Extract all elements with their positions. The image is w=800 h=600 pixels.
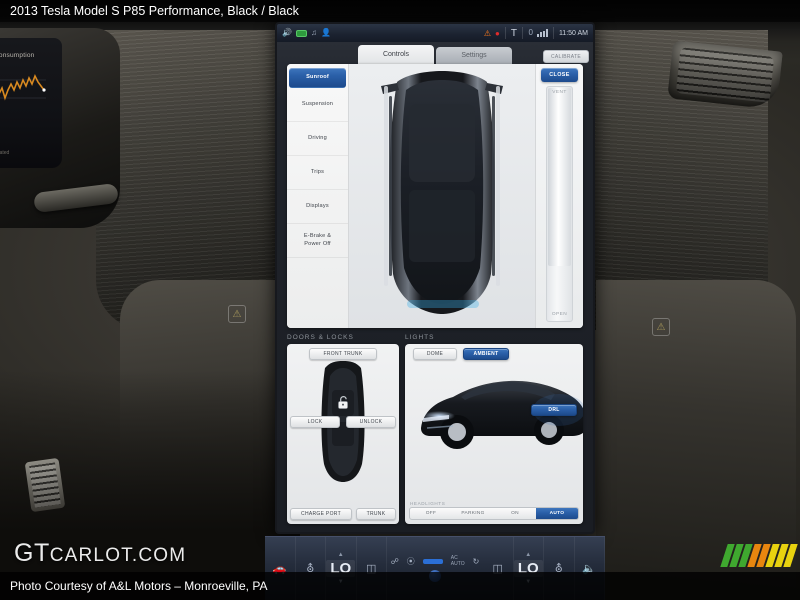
sunroof-visualization[interactable]	[349, 64, 535, 328]
sunroof-slider-column[interactable]: CLOSE VENT OPEN	[535, 64, 583, 328]
status-battery: 0	[523, 24, 552, 42]
tesla-touchscreen[interactable]: 🔊 ♫ 👤 ⚠ ● T 0 11:50 AM Controls Settings…	[275, 22, 595, 534]
unlocked-padlock-icon	[338, 396, 348, 409]
watermark-carlot: CARLOT.COM	[49, 545, 187, 566]
listing-title: 2013 Tesla Model S P85 Performance,	[10, 4, 224, 18]
sunroof-vent-label: VENT	[552, 90, 567, 95]
headlight-mode-parking[interactable]: PARKING	[452, 508, 494, 519]
recirculate-icon[interactable]: ↻	[473, 557, 480, 566]
sunroof-slider-track[interactable]: VENT OPEN	[546, 86, 573, 322]
status-alerts: ⚠ ●	[479, 24, 505, 42]
watermark-gt: GT	[14, 539, 50, 567]
controls-menu: Sunroof Suspension Driving Trips Display…	[287, 64, 349, 328]
tesla-logo: T	[506, 24, 523, 42]
sunroof-panel: Sunroof Suspension Driving Trips Display…	[287, 64, 583, 328]
section-title-lights: LIGHTS	[405, 334, 435, 341]
headlight-mode-on[interactable]: ON	[494, 508, 536, 519]
dome-light-button[interactable]: DOME	[413, 348, 457, 360]
headlight-mode-selector[interactable]: OFF PARKING ON AUTO	[409, 507, 579, 520]
gtcarlot-logo-stripes	[720, 544, 798, 567]
alert-red-icon[interactable]: ●	[495, 29, 500, 38]
charge-port-button[interactable]: CHARGE PORT	[290, 508, 352, 520]
status-clock: 11:50 AM	[554, 24, 593, 42]
lights-card: DOME AMBIENT DRL HEADLIGHTS OFF PARKING …	[405, 344, 583, 524]
section-headers: DOORS & LOCKS LIGHTS	[287, 334, 583, 341]
drl-button[interactable]: DRL	[531, 404, 577, 416]
consumption-graph	[0, 74, 46, 101]
trunk-button[interactable]: TRUNK	[356, 508, 396, 520]
headlight-mode-off[interactable]: OFF	[410, 508, 452, 519]
air-vent-right	[667, 40, 783, 110]
gtcarlot-watermark: GTCARLOT.COM	[14, 539, 186, 568]
airbag-indicator-right: ⚠	[652, 318, 670, 336]
tab-bar: Controls Settings CALIBRATE	[277, 42, 593, 64]
listing-colors: Black / Black	[227, 4, 299, 18]
sunroof-slider-knob[interactable]	[548, 88, 571, 266]
screenshot-stage: Consumption Rated ⚠ ⚠ 🔊 ♫ 👤 ⚠ ●	[0, 0, 800, 600]
sunroof-close-button[interactable]: CLOSE	[541, 68, 578, 82]
signal-icon	[536, 29, 548, 37]
temp-right-up-icon[interactable]: ▲	[525, 552, 531, 558]
unlock-button[interactable]: UNLOCK	[346, 416, 396, 428]
calibrate-button[interactable]: CALIBRATE	[543, 50, 589, 63]
person-icon[interactable]: 👤	[321, 29, 331, 37]
tab-controls[interactable]: Controls	[358, 45, 434, 64]
instrument-cluster: Consumption Rated	[0, 38, 62, 168]
cluster-footer-text: Rated	[0, 150, 10, 156]
hvac-top-icons: ☍ ⦿ AC AUTO ↻	[391, 555, 480, 567]
tesla-logo-icon: T	[510, 27, 518, 39]
touchscreen-status-bar: 🔊 ♫ 👤 ⚠ ● T 0 11:50 AM	[277, 24, 593, 42]
car-roof-top-view	[381, 71, 503, 314]
listing-title-bar: 2013 Tesla Model S P85 Performance, Blac…	[0, 0, 800, 22]
lower-panels: FRONT TRUNK LOCK UNLOCK CHARGE PORT TRUN…	[287, 344, 583, 524]
photo-credit-text: Photo Courtesy of A&L Motors – Monroevil…	[10, 579, 268, 593]
battery-percent-label: 0	[528, 28, 533, 37]
doors-locks-card: FRONT TRUNK LOCK UNLOCK CHARGE PORT TRUN…	[287, 344, 399, 524]
ambient-light-button[interactable]: AMBIENT	[463, 348, 509, 360]
section-title-doors-locks: DOORS & LOCKS	[287, 334, 354, 341]
menu-item-suspension[interactable]: Suspension	[287, 88, 348, 122]
status-left-icons: 🔊 ♫ 👤	[277, 24, 336, 42]
volume-icon[interactable]: 🔊	[282, 29, 292, 37]
menu-item-trips[interactable]: Trips	[287, 156, 348, 190]
menu-item-displays[interactable]: Displays	[287, 190, 348, 224]
front-trunk-button[interactable]: FRONT TRUNK	[309, 348, 377, 360]
pedal	[24, 457, 66, 513]
clock-label: 11:50 AM	[558, 29, 588, 37]
airbag-indicator-left: ⚠	[228, 305, 246, 323]
headlight-mode-auto[interactable]: AUTO	[536, 508, 578, 519]
ac-auto-label: AC AUTO	[450, 555, 465, 567]
fan-icon[interactable]: ⦿	[407, 556, 415, 567]
photo-credit-bar: Photo Courtesy of A&L Motors – Monroevil…	[0, 572, 800, 600]
warning-icon[interactable]: ⚠	[484, 29, 491, 38]
bluetooth-icon[interactable]: ☍	[391, 557, 399, 566]
tab-settings[interactable]: Settings	[436, 47, 512, 64]
touchscreen-body: Controls Settings CALIBRATE Sunroof Susp…	[277, 42, 593, 532]
temp-left-up-icon[interactable]: ▲	[338, 552, 344, 558]
menu-item-sunroof[interactable]: Sunroof	[289, 68, 346, 88]
hvac-status-indicator	[422, 558, 443, 564]
battery-green-icon	[295, 29, 307, 37]
music-icon[interactable]: ♫	[311, 29, 317, 37]
headlights-label: HEADLIGHTS	[410, 501, 446, 506]
sunroof-open-label: OPEN	[551, 312, 568, 317]
lock-button[interactable]: LOCK	[290, 416, 340, 428]
menu-item-driving[interactable]: Driving	[287, 122, 348, 156]
consumption-label: Consumption	[0, 52, 35, 59]
menu-item-ebrake-power-off[interactable]: E-Brake & Power Off	[287, 224, 348, 258]
